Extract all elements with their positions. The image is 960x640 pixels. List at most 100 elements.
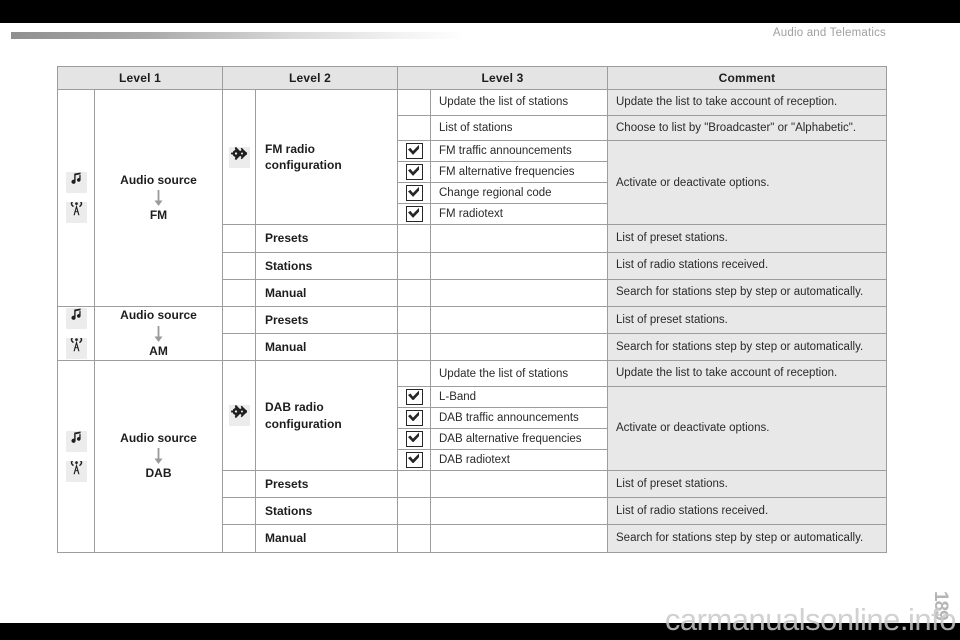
level3-label-cell[interactable]: Update the list of stations <box>430 89 608 116</box>
level2-label-line1: FM radio <box>265 141 315 156</box>
comment-cell: Activate or deactivate options. <box>607 385 887 471</box>
checkbox-checked-icon[interactable] <box>405 164 423 181</box>
checkbox-checked-icon[interactable] <box>405 388 423 405</box>
level3-label-cell[interactable]: Change regional code <box>430 182 608 205</box>
audio-menu-table: Level 1 Level 2 Level 3 Comment Audio so… <box>57 66 887 553</box>
level3-label: Update the list of stations <box>439 96 569 109</box>
level2-label-cell[interactable]: Stations <box>255 497 398 526</box>
level2-icon-cell <box>222 469 256 499</box>
comment-text: Search for stations step by step or auto… <box>616 532 864 545</box>
level3-label: DAB alternative frequencies <box>439 432 582 445</box>
level2-label-cell[interactable]: Presets <box>255 469 398 499</box>
radio-antenna-icon <box>65 338 87 360</box>
table-row: Audio source DAB DAB radio configuration Upd… <box>57 360 887 553</box>
top-black-bar <box>0 0 960 23</box>
level2-label-line1: DAB radio <box>265 400 324 415</box>
level3-label-cell[interactable]: FM radiotext <box>430 203 608 226</box>
level3-checkbox-cell <box>397 305 431 335</box>
level3-label-cell[interactable]: L-Band <box>430 385 608 408</box>
level3-label: FM traffic announcements <box>439 145 572 158</box>
level1-icon-cell <box>57 89 95 307</box>
comment-text: List of preset stations. <box>616 232 728 245</box>
level2-icon-cell <box>222 497 256 526</box>
level1-band-label: DAB <box>145 466 172 481</box>
level1-band-label: AM <box>149 343 168 358</box>
comment-text: List of preset stations. <box>616 477 728 490</box>
level3-checkbox-cell[interactable] <box>397 406 431 429</box>
level2-icon-cell <box>222 524 256 553</box>
level3-checkbox-cell[interactable] <box>397 448 431 471</box>
level3-label-cell[interactable]: DAB alternative frequencies <box>430 427 608 450</box>
level2-label-cell[interactable]: Manual <box>255 524 398 553</box>
checkbox-checked-icon[interactable] <box>405 185 423 202</box>
level2-label-cell[interactable]: Presets <box>255 224 398 253</box>
checkbox-checked-icon[interactable] <box>405 430 423 447</box>
level2-icon-cell <box>222 360 256 471</box>
level1-icon-cell <box>57 305 95 362</box>
level3-label-cell[interactable]: FM alternative frequencies <box>430 161 608 184</box>
comment-cell: Choose to list by "Broadcaster" or "Alph… <box>607 114 887 142</box>
level2-label-cell[interactable]: FM radio configuration <box>255 88 398 226</box>
level3-checkbox-cell[interactable] <box>397 140 431 163</box>
column-header-level3: Level 3 <box>397 66 608 90</box>
comment-text: List of radio stations received. <box>616 504 769 517</box>
level2-label-cell[interactable]: DAB radio configuration <box>255 360 398 471</box>
level2-icon-cell <box>222 88 256 226</box>
level3-label-cell[interactable]: Update the list of stations <box>430 360 608 387</box>
gears-icon <box>228 146 250 168</box>
level3-checkbox-cell[interactable] <box>397 161 431 184</box>
level3-label-cell <box>430 251 608 280</box>
checkbox-checked-icon[interactable] <box>405 409 423 426</box>
level3-checkbox-cell[interactable] <box>397 385 431 408</box>
comment-cell: Search for stations step by step or auto… <box>607 278 887 307</box>
level3-label-cell[interactable]: FM traffic announcements <box>430 140 608 163</box>
comment-text: Activate or deactivate options. <box>616 422 770 435</box>
level3-label-cell <box>430 469 608 499</box>
column-header-level1: Level 1 <box>57 66 223 90</box>
level3-label-cell <box>430 524 608 553</box>
level3-checkbox-cell[interactable] <box>397 203 431 226</box>
level3-checkbox-cell <box>397 524 431 553</box>
comment-cell: List of preset stations. <box>607 305 887 335</box>
level3-checkbox-cell[interactable] <box>397 182 431 205</box>
level2-label-line2: configuration <box>265 158 342 173</box>
header-rule <box>11 32 466 39</box>
level1-label-cell[interactable]: Audio source DAB <box>94 360 223 553</box>
level2-label-cell[interactable]: Manual <box>255 333 398 362</box>
gears-icon <box>228 405 250 427</box>
level2-label: Stations <box>265 504 313 519</box>
checkbox-checked-icon[interactable] <box>405 206 423 223</box>
level2-label-cell[interactable]: Presets <box>255 305 398 335</box>
level3-checkbox-cell[interactable] <box>397 427 431 450</box>
level1-source-label: Audio source <box>120 172 197 187</box>
level1-icon-cell <box>57 360 95 553</box>
comment-cell: Search for stations step by step or auto… <box>607 333 887 362</box>
level1-source-label: Audio source <box>120 431 197 445</box>
level3-label: DAB radiotext <box>439 453 510 466</box>
column-header-comment: Comment <box>607 66 887 90</box>
checkbox-checked-icon[interactable] <box>405 143 423 160</box>
column-header-level2: Level 2 <box>222 66 398 90</box>
page-number: 189 <box>930 591 951 620</box>
level2-label: Stations <box>265 258 313 273</box>
checkbox-checked-icon[interactable] <box>405 451 423 468</box>
comment-text: Search for stations step by step or auto… <box>616 286 864 299</box>
level3-label-cell <box>430 305 608 335</box>
arrow-down-icon <box>95 325 222 342</box>
level2-label-cell[interactable]: Stations <box>255 251 398 280</box>
level2-label-cell[interactable]: Manual <box>255 278 398 307</box>
level3-label-cell[interactable]: List of stations <box>430 114 608 142</box>
level1-label-cell[interactable]: Audio source AM <box>94 305 223 362</box>
comment-cell: Activate or deactivate options. <box>607 140 887 226</box>
level3-label-cell <box>430 224 608 253</box>
level3-label-cell[interactable]: DAB radiotext <box>430 448 608 471</box>
level3-label-cell[interactable]: DAB traffic announcements <box>430 406 608 429</box>
music-note-icon <box>65 308 87 330</box>
radio-antenna-icon <box>65 460 87 482</box>
comment-cell: Update the list to take account of recep… <box>607 89 887 116</box>
level2-label: Manual <box>265 531 307 546</box>
level1-label-cell[interactable]: Audio source FM <box>94 89 223 307</box>
level3-label-cell <box>430 333 608 362</box>
level2-label-line2: configuration <box>265 416 342 431</box>
level2-icon-cell <box>222 333 256 362</box>
